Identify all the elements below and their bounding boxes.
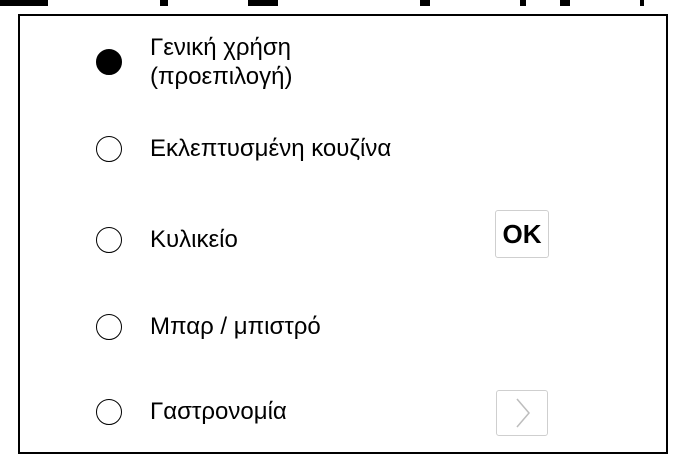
- option-general-use[interactable]: Γενική χρήση (προεπιλογή): [96, 33, 292, 91]
- radio-button-selected[interactable]: [96, 49, 122, 75]
- option-label: Κυλικείο: [150, 226, 238, 253]
- radio-button[interactable]: [96, 135, 122, 162]
- ok-button[interactable]: OK: [495, 210, 549, 258]
- option-label: Εκλεπτυσμένη κουζίνα: [150, 135, 392, 162]
- radio-button[interactable]: [96, 398, 122, 425]
- option-label: Γενική χρήση (προεπιλογή): [150, 34, 293, 90]
- top-edge-strip: [0, 0, 690, 6]
- chevron-right-icon: [516, 398, 530, 428]
- option-canteen[interactable]: Κυλικείο: [96, 225, 238, 254]
- radio-button[interactable]: [96, 226, 122, 253]
- option-bar-bistro[interactable]: Μπαρ / μπιστρό: [96, 312, 321, 341]
- option-label: Μπαρ / μπιστρό: [150, 313, 321, 340]
- option-label: Γαστρονομία: [150, 398, 287, 425]
- radio-button[interactable]: [96, 313, 122, 340]
- option-fine-dining[interactable]: Εκλεπτυσμένη κουζίνα: [96, 134, 391, 163]
- option-gastronomy[interactable]: Γαστρονομία: [96, 397, 287, 426]
- next-button[interactable]: [496, 390, 548, 436]
